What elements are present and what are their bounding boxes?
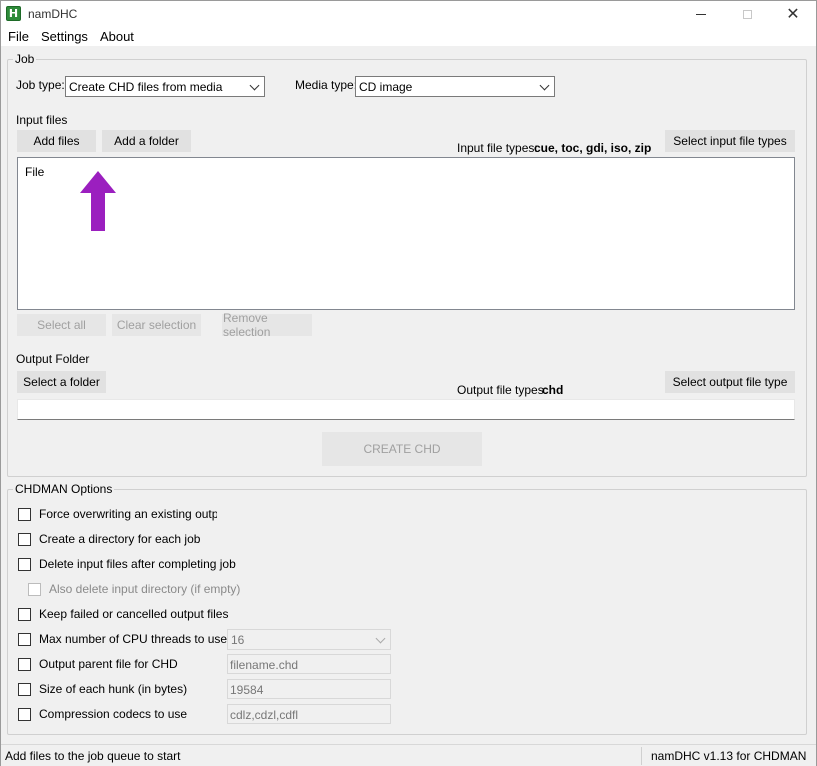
input-file-list[interactable]: File	[17, 157, 795, 310]
clear-selection-button[interactable]: Clear selection	[112, 314, 201, 336]
max-threads-value: 16	[231, 633, 245, 647]
select-output-type-button[interactable]: Select output file type	[665, 371, 795, 393]
menu-bar: File Settings About	[1, 27, 816, 46]
version-label: namDHC v1.13 for CHDMAN	[651, 749, 807, 763]
add-files-button[interactable]: Add files	[17, 130, 96, 152]
media-type-label: Media type:	[295, 78, 358, 92]
create-directory-option[interactable]: Create a directory for each job	[18, 532, 200, 546]
hunk-size-label: Size of each hunk (in bytes)	[39, 682, 188, 696]
create-directory-checkbox[interactable]	[18, 532, 31, 546]
codecs-field[interactable]: cdlz,cdzl,cdfl	[227, 704, 391, 724]
output-folder-field[interactable]	[17, 399, 795, 420]
media-type-value: CD image	[359, 80, 413, 94]
add-folder-button[interactable]: Add a folder	[102, 130, 191, 152]
main-window: H namDHC ✕ File Settings About Job Job t…	[0, 0, 817, 766]
select-input-types-button[interactable]: Select input file types	[665, 130, 795, 152]
force-overwrite-option[interactable]: Force overwriting an existing output fil…	[18, 507, 217, 521]
input-files-label: Input files	[16, 113, 68, 127]
chevron-down-icon	[375, 633, 386, 644]
codecs-value: cdlz,cdzl,cdfl	[230, 708, 299, 722]
keep-failed-checkbox[interactable]	[18, 607, 31, 621]
max-threads-option[interactable]: Max number of CPU threads to use	[18, 632, 227, 646]
parent-file-checkbox[interactable]	[18, 657, 31, 671]
max-threads-label: Max number of CPU threads to use	[39, 632, 228, 646]
chevron-down-icon	[539, 80, 550, 91]
delete-input-option[interactable]: Delete input files after completing job	[18, 557, 236, 571]
parent-file-value: filename.chd	[230, 658, 299, 672]
force-overwrite-checkbox[interactable]	[18, 507, 31, 521]
status-message: Add files to the job queue to start	[5, 749, 181, 763]
file-column-header[interactable]: File	[25, 165, 44, 179]
title-bar[interactable]: H namDHC ✕	[1, 1, 816, 27]
menu-file[interactable]: File	[6, 29, 34, 44]
delete-input-label: Delete input files after completing job	[39, 557, 236, 571]
media-type-select[interactable]: CD image	[355, 76, 555, 97]
minimize-button[interactable]	[678, 1, 724, 27]
menu-settings[interactable]: Settings	[38, 29, 93, 44]
hunk-size-checkbox[interactable]	[18, 682, 31, 696]
create-chd-button[interactable]: CREATE CHD	[322, 432, 482, 466]
parent-file-option[interactable]: Output parent file for CHD	[18, 657, 178, 671]
close-button[interactable]: ✕	[770, 1, 816, 27]
remove-selection-button[interactable]: Remove selection	[222, 311, 312, 339]
codecs-option[interactable]: Compression codecs to use	[18, 707, 187, 721]
job-group-title: Job	[13, 52, 37, 66]
select-all-button[interactable]: Select all	[17, 314, 106, 336]
maximize-icon	[742, 9, 752, 19]
hunk-size-field[interactable]: 19584	[227, 679, 391, 699]
keep-failed-label: Keep failed or cancelled output files	[39, 607, 229, 621]
output-file-types-value: chd	[542, 383, 564, 397]
force-overwrite-label: Force overwriting an existing output fil…	[39, 507, 217, 521]
chevron-down-icon	[249, 80, 260, 91]
also-delete-dir-checkbox	[28, 582, 41, 596]
also-delete-dir-label: Also delete input directory (if empty)	[49, 582, 241, 596]
hunk-size-value: 19584	[230, 683, 264, 697]
input-file-types-label: Input file types:	[457, 141, 538, 155]
minimize-icon	[696, 13, 706, 15]
max-threads-checkbox[interactable]	[18, 632, 31, 646]
hunk-size-option[interactable]: Size of each hunk (in bytes)	[18, 682, 187, 696]
maximize-button	[724, 1, 770, 27]
job-type-label: Job type:	[16, 78, 65, 92]
keep-failed-option[interactable]: Keep failed or cancelled output files	[18, 607, 228, 621]
select-folder-button[interactable]: Select a folder	[17, 371, 106, 393]
app-icon: H	[6, 6, 21, 21]
delete-input-checkbox[interactable]	[18, 557, 31, 571]
menu-about[interactable]: About	[97, 29, 139, 44]
output-file-types-label: Output file types:	[457, 383, 548, 397]
status-bar: Add files to the job queue to start namD…	[1, 744, 816, 766]
also-delete-dir-option: Also delete input directory (if empty)	[28, 582, 240, 596]
codecs-label: Compression codecs to use	[39, 707, 188, 721]
max-threads-select[interactable]: 16	[227, 629, 391, 650]
parent-file-label: Output parent file for CHD	[39, 657, 178, 671]
create-directory-label: Create a directory for each job	[39, 532, 201, 546]
parent-file-field[interactable]: filename.chd	[227, 654, 391, 674]
close-icon: ✕	[786, 4, 800, 23]
window-title: namDHC	[28, 7, 78, 21]
job-type-select[interactable]: Create CHD files from media	[65, 76, 265, 97]
job-type-value: Create CHD files from media	[69, 80, 223, 94]
codecs-checkbox[interactable]	[18, 707, 31, 721]
input-file-types-value: cue, toc, gdi, iso, zip	[534, 141, 652, 155]
options-group-title: CHDMAN Options	[13, 482, 115, 496]
output-folder-label: Output Folder	[16, 352, 90, 366]
arrow-up-icon	[80, 171, 116, 231]
status-separator	[641, 747, 642, 765]
